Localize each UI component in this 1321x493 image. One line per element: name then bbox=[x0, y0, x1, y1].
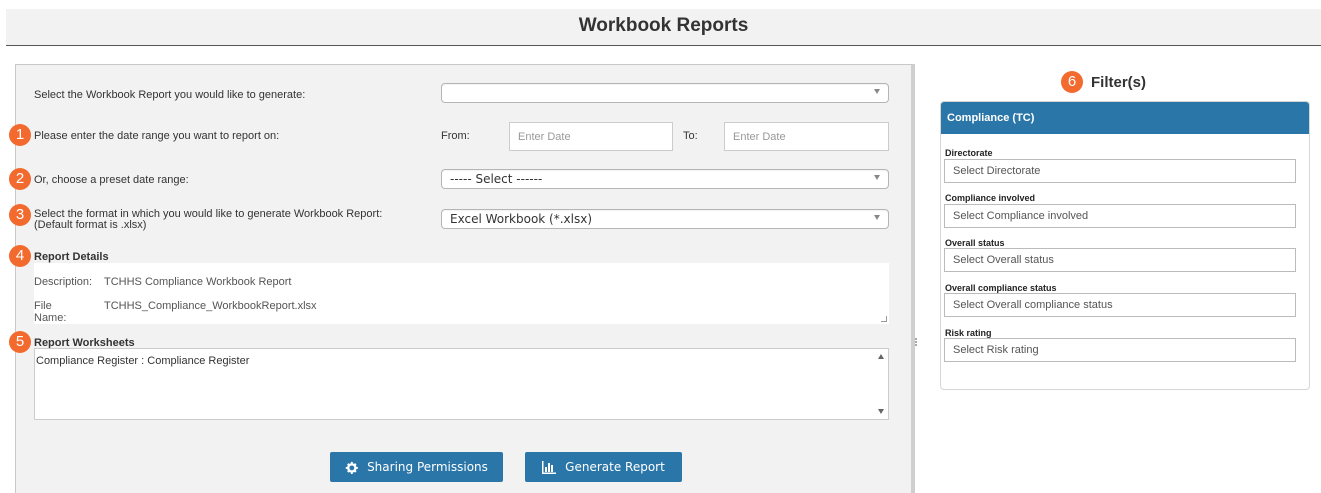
worksheets-content: Compliance Register : Compliance Registe… bbox=[36, 355, 250, 367]
generate-report-label: Generate Report bbox=[565, 460, 665, 474]
filter-label-risk-rating: Risk rating bbox=[945, 328, 992, 338]
directorate-input[interactable] bbox=[944, 159, 1296, 183]
overall-status-input[interactable] bbox=[944, 248, 1296, 272]
resize-handle[interactable] bbox=[881, 316, 887, 322]
filename-value: TCHHS_Compliance_WorkbookReport.xlsx bbox=[104, 300, 317, 312]
preset-label: Or, choose a preset date range: bbox=[34, 174, 189, 186]
chevron-down-icon bbox=[874, 175, 880, 180]
sharing-permissions-label: Sharing Permissions bbox=[367, 460, 488, 474]
step-badge-6: 6 bbox=[1061, 71, 1083, 93]
from-date-input[interactable] bbox=[509, 122, 673, 151]
generate-report-button[interactable]: Generate Report bbox=[525, 452, 682, 482]
filter-panel-header: Compliance (TC) bbox=[941, 102, 1309, 134]
from-label: From: bbox=[441, 130, 470, 142]
gear-icon bbox=[345, 461, 358, 474]
step-badge-2: 2 bbox=[9, 168, 31, 190]
compliance-involved-input[interactable] bbox=[944, 204, 1296, 228]
step-badge-1: 1 bbox=[9, 124, 31, 146]
step-badge-3: 3 bbox=[9, 204, 31, 226]
preset-select-value: ----- Select ------ bbox=[450, 172, 543, 186]
filter-label-compliance-involved: Compliance involved bbox=[945, 193, 1036, 203]
to-date-input[interactable] bbox=[724, 122, 889, 151]
date-range-label: Please enter the date range you want to … bbox=[34, 130, 280, 142]
report-select-label: Select the Workbook Report you would lik… bbox=[34, 89, 306, 101]
risk-rating-input[interactable] bbox=[944, 338, 1296, 362]
overall-compliance-status-input[interactable] bbox=[944, 293, 1296, 317]
report-details-box[interactable]: Description: TCHHS Compliance Workbook R… bbox=[34, 263, 889, 324]
filename-label: File Name: bbox=[34, 300, 67, 324]
to-label: To: bbox=[683, 130, 698, 142]
step-badge-4: 4 bbox=[9, 245, 31, 267]
format-select-value: Excel Workbook (*.xlsx) bbox=[450, 212, 593, 226]
title-bar: Workbook Reports bbox=[6, 9, 1321, 46]
description-value: TCHHS Compliance Workbook Report bbox=[104, 276, 292, 288]
filter-label-overall-status: Overall status bbox=[945, 238, 1005, 248]
chevron-down-icon bbox=[874, 215, 880, 220]
report-details-title: Report Details bbox=[34, 251, 109, 263]
format-default-note: (Default format is .xlsx) bbox=[34, 219, 147, 231]
filter-label-directorate: Directorate bbox=[945, 148, 993, 158]
chevron-down-icon bbox=[874, 89, 880, 94]
filters-heading: 6 Filter(s) bbox=[1061, 71, 1146, 93]
panel-splitter[interactable] bbox=[914, 337, 918, 351]
bar-chart-icon bbox=[542, 460, 557, 474]
report-select[interactable] bbox=[441, 83, 889, 103]
preset-date-select[interactable]: ----- Select ------ bbox=[441, 169, 889, 189]
sharing-permissions-button[interactable]: Sharing Permissions bbox=[330, 452, 503, 482]
description-label: Description: bbox=[34, 276, 93, 288]
scroll-up-icon[interactable] bbox=[878, 354, 884, 359]
filter-label-overall-compliance-status: Overall compliance status bbox=[945, 283, 1057, 293]
scroll-down-icon[interactable] bbox=[878, 409, 884, 414]
step-badge-5: 5 bbox=[9, 331, 31, 353]
filters-title: Filter(s) bbox=[1091, 73, 1147, 91]
format-select[interactable]: Excel Workbook (*.xlsx) bbox=[441, 209, 889, 229]
filter-panel: Compliance (TC) Directorate Compliance i… bbox=[940, 101, 1310, 390]
page-title: Workbook Reports bbox=[578, 15, 749, 36]
report-worksheets-box[interactable]: Compliance Register : Compliance Registe… bbox=[34, 348, 889, 420]
